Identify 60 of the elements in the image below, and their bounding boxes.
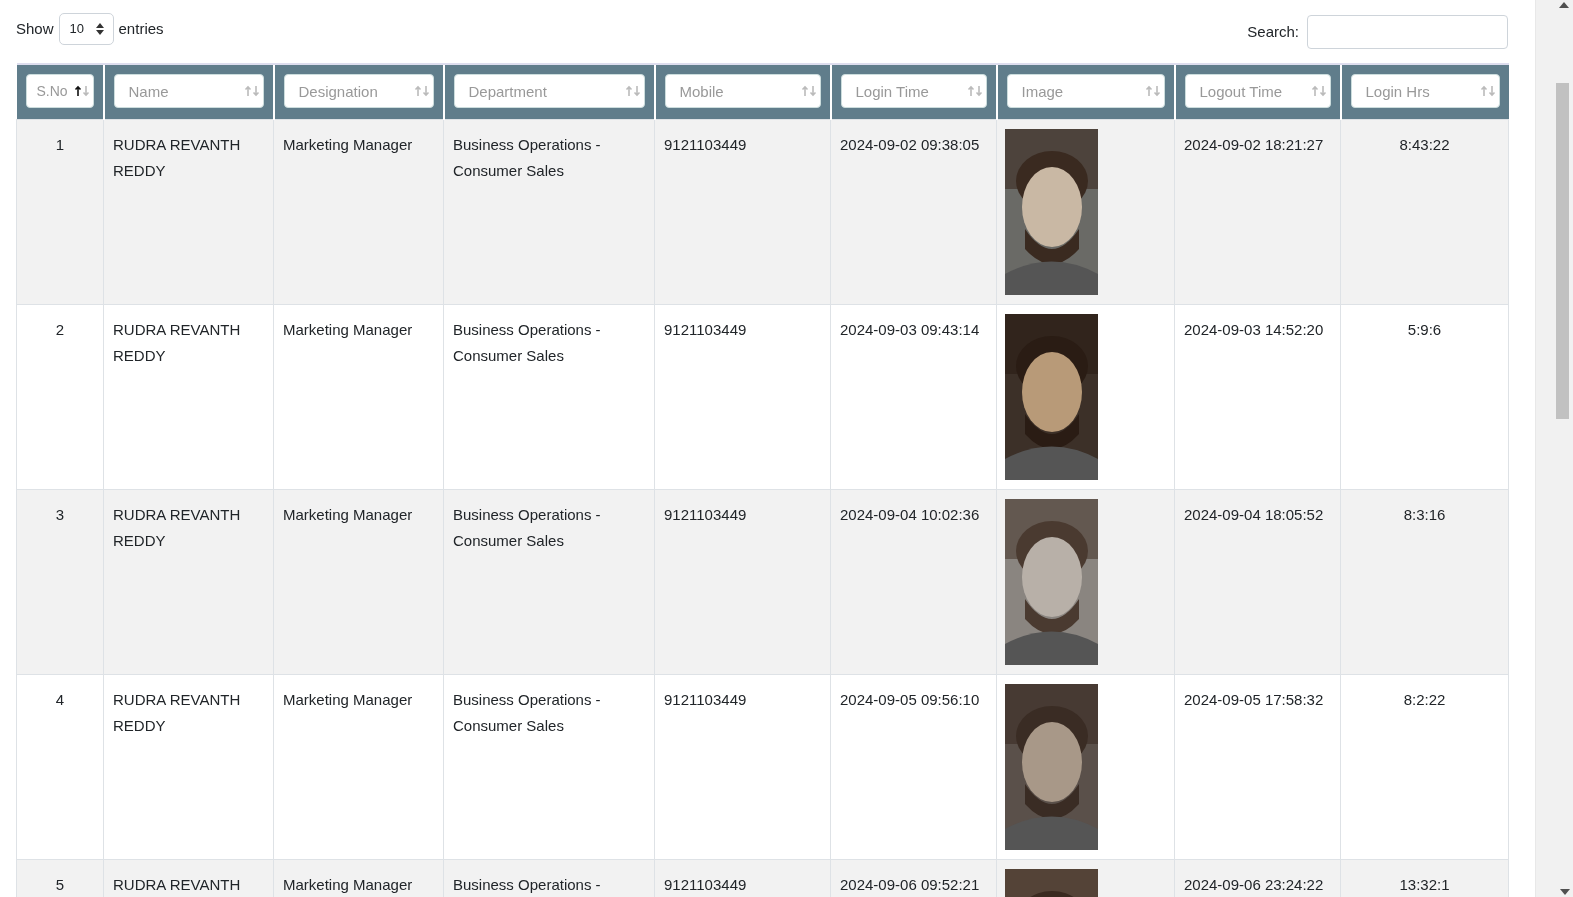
column-filter-field[interactable]: Department [453,74,645,108]
column-filter-field[interactable]: Mobile [664,74,821,108]
logout-time: 2024-09-02 18:21:27 [1184,136,1324,153]
login-time: 2024-09-05 09:56:10 [840,691,980,708]
department: Business Operations - Consumer Sales [453,136,601,179]
entries-label: entries [118,20,164,37]
mobile-number: 9121103449 [664,506,747,523]
search-label: Search: [1247,23,1299,40]
login-time: 2024-09-02 09:38:05 [840,136,980,153]
department: Business Operations - Consumer Sales [453,691,601,734]
designation: Marketing Manager [283,876,413,893]
serial-number: 4 [55,691,65,708]
login-hours: 8:43:22 [1399,136,1450,153]
serial-number: 1 [55,136,65,153]
scroll-down-icon[interactable] [1560,889,1570,895]
logout-time: 2024-09-06 23:24:22 [1184,876,1324,893]
column-filter-field[interactable]: Image [1006,74,1165,108]
login-time: 2024-09-03 09:43:14 [840,321,980,338]
entries-select[interactable]: 10 [58,12,114,45]
search-field[interactable] [1307,14,1508,49]
login-time: 2024-09-06 09:52:21 [840,876,980,893]
serial-number: 5 [55,876,65,893]
logout-time: 2024-09-05 17:58:32 [1184,691,1324,708]
column-filter-field[interactable]: S.No [25,74,94,108]
column-filter-field[interactable]: Designation [283,74,434,108]
scrollbar[interactable] [1535,0,1573,897]
login-hours: 8:2:22 [1403,691,1446,708]
designation: Marketing Manager [283,691,413,708]
mobile-number: 9121103449 [664,136,747,153]
scroll-thumb[interactable] [1556,83,1569,419]
department: Business Operations - Consumer Sales [453,506,601,549]
login-hours: 8:3:16 [1403,506,1446,523]
logout-time: 2024-09-04 18:05:52 [1184,506,1324,523]
login-time: 2024-09-04 10:02:36 [840,506,980,523]
column-filter-field[interactable]: Name [113,74,264,108]
designation: Marketing Manager [283,321,413,338]
column-filter-field[interactable]: Login Time [840,74,987,108]
logout-time: 2024-09-03 14:52:20 [1184,321,1324,338]
serial-number: 3 [55,506,65,523]
employee-name: RUDRA REVANTH REDDY [113,136,241,179]
department: Business Operations - [453,876,601,893]
employee-name: RUDRA REVANTH [113,876,241,893]
mobile-number: 9121103449 [664,876,747,893]
show-label: Show [16,20,54,37]
designation: Marketing Manager [283,136,413,153]
column-filter-field[interactable]: Logout Time [1184,74,1331,108]
login-hours: 13:32:1 [1399,876,1450,893]
scroll-up-icon[interactable] [1559,2,1569,8]
column-filter-field[interactable]: Login Hrs [1350,74,1500,108]
serial-number: 2 [55,321,65,338]
employee-name: RUDRA REVANTH REDDY [113,506,241,549]
sort-icon[interactable] [73,85,90,97]
designation: Marketing Manager [283,506,413,523]
employee-name: RUDRA REVANTH REDDY [113,691,241,734]
login-hours: 5:9:6 [1407,321,1442,338]
department: Business Operations - Consumer Sales [453,321,601,364]
mobile-number: 9121103449 [664,691,747,708]
mobile-number: 9121103449 [664,321,747,338]
spinner-icon [94,21,105,36]
employee-name: RUDRA REVANTH REDDY [113,321,241,364]
